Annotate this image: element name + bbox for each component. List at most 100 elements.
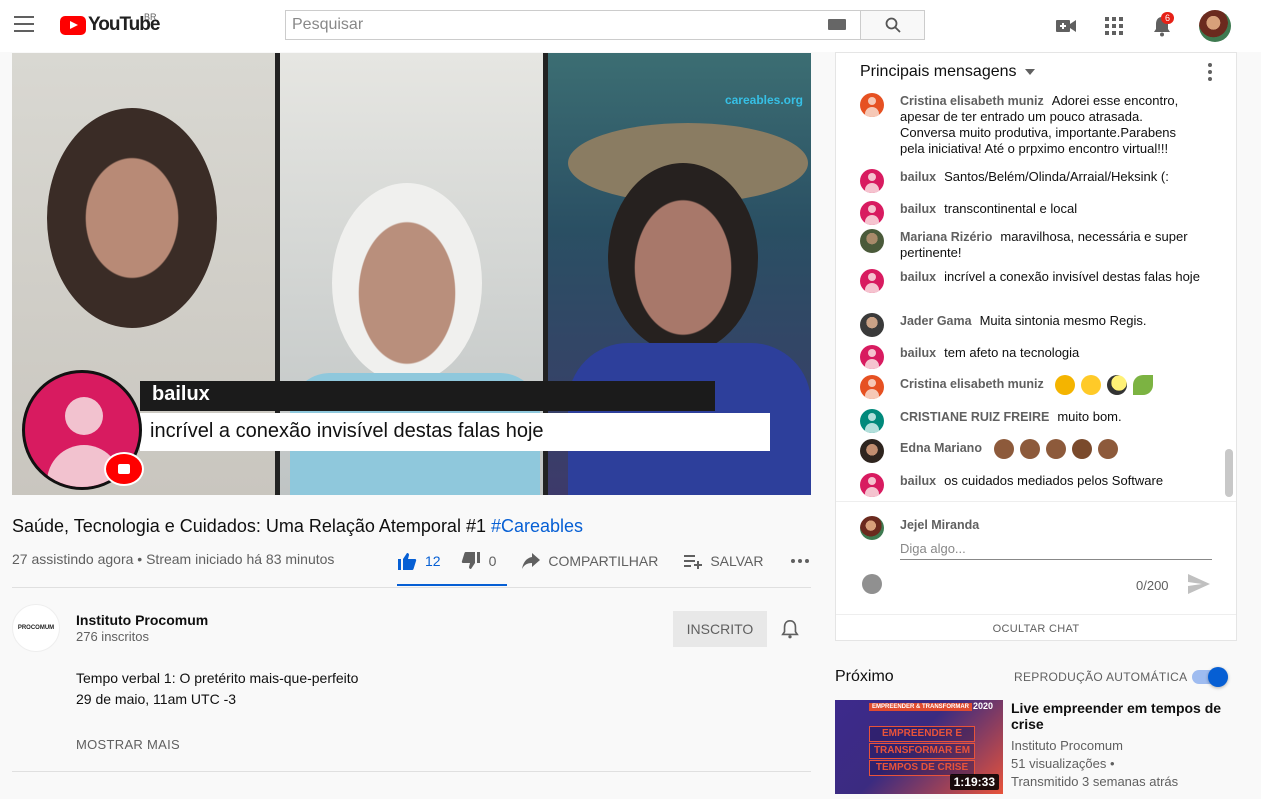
chat-message: bailux tem afeto na tecnologia (860, 345, 1200, 369)
like-button[interactable]: 12 (397, 552, 441, 570)
account-avatar[interactable] (1199, 10, 1231, 42)
chat-message-input[interactable] (900, 538, 1212, 560)
author-name[interactable]: bailux (900, 474, 936, 488)
clap-emoji-icon (993, 439, 1014, 459)
up-next-channel[interactable]: Instituto Procomum (1011, 737, 1178, 755)
chat-mode-dropdown[interactable]: Principais mensagens (860, 63, 1035, 81)
chat-more-icon[interactable] (1208, 63, 1212, 81)
channel-avatar[interactable]: PROCOMUM (12, 604, 60, 652)
mask-emoji-icon (1081, 375, 1102, 395)
emoji-picker-icon[interactable] (862, 574, 882, 594)
overlay-author-name: bailux (140, 381, 715, 411)
more-actions-button[interactable] (790, 558, 810, 564)
youtube-badge-icon (104, 452, 144, 486)
leaf-emoji-icon (1133, 375, 1154, 395)
keyboard-icon[interactable] (828, 19, 846, 30)
participant-face (47, 108, 217, 328)
youtube-logo[interactable]: YouTube BR (60, 12, 160, 36)
author-avatar[interactable] (860, 93, 884, 117)
notification-bell-icon[interactable] (780, 619, 800, 639)
logo-region: BR (144, 12, 157, 22)
moon-emoji-icon (1107, 375, 1128, 395)
chat-message: bailux incrível a conexão invisível desta… (860, 269, 1200, 293)
chat-message: Cristina elisabeth muniz Adorei esse enco… (860, 93, 1200, 157)
share-button[interactable]: COMPARTILHAR (522, 553, 658, 569)
video-actions: 12 0 COMPARTILHAR SALVAR (397, 548, 836, 574)
up-next-thumbnail[interactable]: EMPREENDER & TRANSFORMAR 2020 EMPREENDER… (835, 700, 1003, 794)
author-avatar[interactable] (860, 375, 884, 399)
author-name[interactable]: Cristina elisabeth muniz (900, 94, 1044, 108)
chat-compose: Jejel Miranda 0/200 OCULTAR CHAT (836, 501, 1236, 641)
save-label: SALVAR (710, 553, 764, 569)
live-chat: Principais mensagens Cristina elisabeth … (835, 52, 1237, 641)
author-avatar[interactable] (860, 269, 884, 293)
masthead: YouTube BR 6 (0, 0, 1261, 52)
careables-watermark: careables.org (724, 93, 803, 107)
message-text: Santos/Belém/Olinda/Arraial/Heksink (: (944, 169, 1169, 184)
author-name[interactable]: Edna Mariano (900, 441, 982, 455)
up-next-title[interactable]: Live empreender em tempos de crise (1011, 700, 1231, 732)
send-icon[interactable] (1188, 574, 1212, 594)
thumbnail-title: EMPREENDER E TRANSFORMAR EM TEMPOS DE CR… (869, 726, 975, 777)
overlay-message: incrível a conexão invisível destas fala… (140, 413, 770, 451)
chat-message: bailux transcontinental e local (860, 201, 1200, 225)
author-name[interactable]: Mariana Rizério (900, 230, 992, 244)
author-name[interactable]: Jader Gama (900, 314, 972, 328)
like-sentiment-bar (397, 584, 507, 586)
subscribed-button[interactable]: INSCRITO (673, 611, 767, 647)
thumbnail-title-line: EMPREENDER E (869, 726, 975, 742)
participant-face (608, 163, 758, 353)
author-name[interactable]: Cristina elisabeth muniz (900, 377, 1044, 391)
chat-message: CRISTIANE RUIZ FREIRE muito bom. (860, 409, 1200, 433)
author-name[interactable]: bailux (900, 202, 936, 216)
create-video-icon[interactable] (1055, 15, 1077, 37)
author-name[interactable]: bailux (900, 346, 936, 360)
subscriber-count: 276 inscritos (76, 629, 149, 644)
chat-scrollbar[interactable] (1225, 449, 1233, 497)
up-next-views: 51 visualizações • (1011, 756, 1115, 771)
show-more-button[interactable]: MOSTRAR MAIS (76, 737, 180, 752)
chat-message: Edna Mariano (860, 439, 1200, 463)
save-button[interactable]: SALVAR (684, 553, 764, 569)
video-player[interactable]: careables.org bailux incrível a conexão … (12, 53, 811, 495)
author-avatar[interactable] (860, 229, 884, 253)
top-icons: 6 (1055, 10, 1231, 42)
author-name[interactable]: bailux (900, 270, 936, 284)
participant-face (332, 183, 482, 383)
search-input[interactable] (285, 10, 860, 40)
author-avatar[interactable] (860, 345, 884, 369)
divider (12, 771, 811, 772)
up-next-streamed: Transmitido 3 semanas atrás (1011, 774, 1179, 789)
avatar-head-shape (65, 397, 103, 435)
author-avatar[interactable] (860, 473, 884, 497)
apps-grid-icon[interactable] (1103, 15, 1125, 37)
youtube-play-icon (60, 15, 86, 35)
fist-bump-emoji-icon (1097, 439, 1118, 459)
autoplay-label: REPRODUÇÃO AUTOMÁTICA (1014, 670, 1188, 684)
author-name[interactable]: bailux (900, 170, 936, 184)
video-description: Tempo verbal 1: O pretérito mais-que-per… (76, 668, 358, 710)
hashtag-link[interactable]: #Careables (491, 516, 583, 536)
autoplay-toggle[interactable] (1192, 667, 1228, 687)
channel-name[interactable]: Instituto Procomum (76, 612, 208, 628)
more-horizontal-icon (790, 559, 809, 563)
chat-messages: Cristina elisabeth muniz Adorei esse enco… (836, 91, 1226, 501)
hide-chat-button[interactable]: OCULTAR CHAT (836, 614, 1236, 642)
author-avatar[interactable] (860, 409, 884, 433)
menu-icon[interactable] (14, 16, 34, 32)
message-text: muito bom. (1057, 409, 1122, 424)
thumbs-up-icon (398, 553, 417, 570)
author-avatar[interactable] (860, 169, 884, 193)
thumbnail-year: 2020 (972, 701, 993, 711)
author-name[interactable]: CRISTIANE RUIZ FREIRE (900, 410, 1049, 424)
message-text: os cuidados mediados pelos Software (944, 473, 1164, 488)
author-avatar[interactable] (860, 313, 884, 337)
search-button[interactable] (860, 10, 925, 40)
notifications-bell-icon[interactable]: 6 (1151, 12, 1175, 37)
dislike-button[interactable]: 0 (461, 552, 496, 570)
author-avatar[interactable] (860, 439, 884, 463)
author-avatar[interactable] (860, 201, 884, 225)
flexed-biceps-emoji-icon (1071, 439, 1092, 459)
up-next-meta: Instituto Procomum 51 visualizações • Tr… (1011, 737, 1178, 791)
clap-emoji-icon (1045, 439, 1066, 459)
